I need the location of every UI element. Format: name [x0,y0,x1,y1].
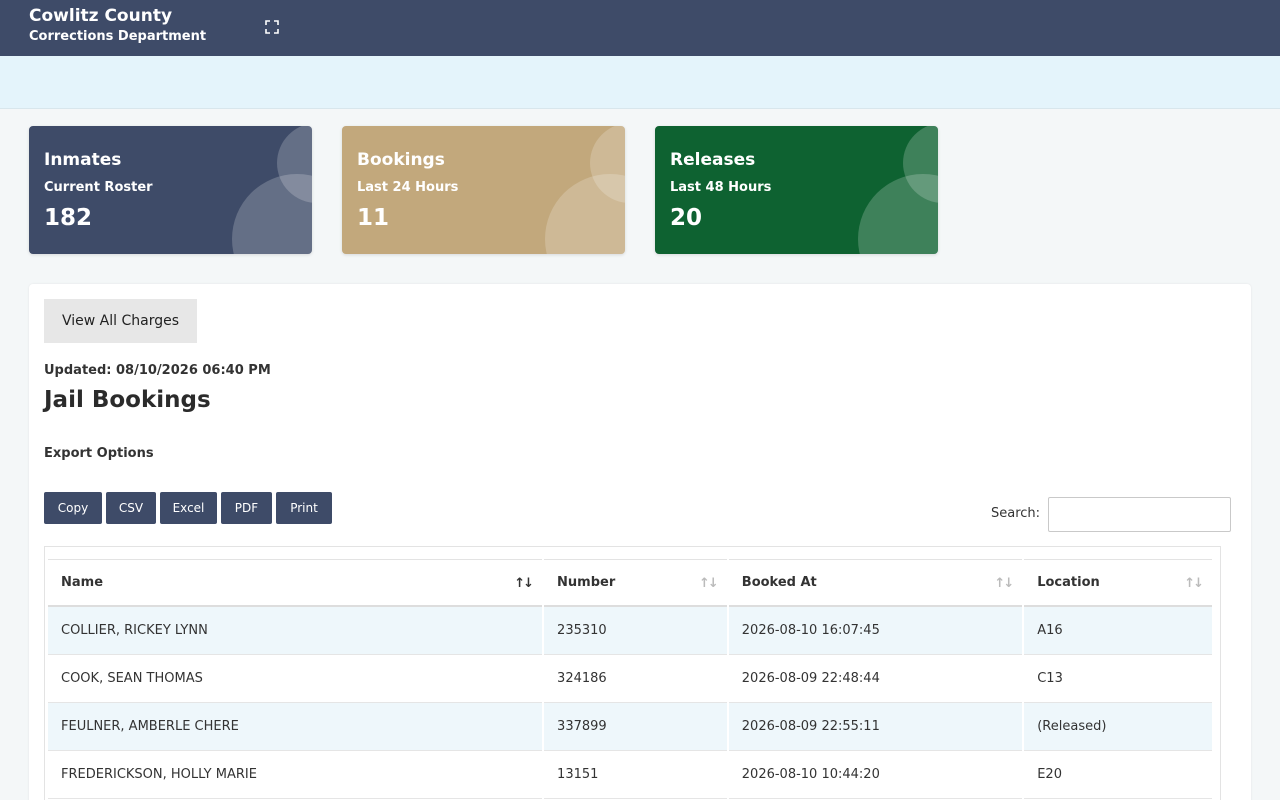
card-subtitle: Last 48 Hours [670,180,772,195]
card-releases[interactable]: Releases Last 48 Hours 20 [655,126,938,254]
page-title: Jail Bookings [44,387,211,413]
card-subtitle: Current Roster [44,180,153,195]
cell-booked-at: 2026-08-09 22:48:44 [728,655,1023,703]
card-title: Bookings [357,150,445,170]
bookings-table: Name ↑↓ Number ↑↓ Booked At ↑↓ Location ↑↓ C… [46,559,1214,799]
card-title: Releases [670,150,756,170]
column-label: Booked At [741,575,817,590]
column-header-name[interactable]: Name ↑↓ [48,559,543,607]
cell-number: 324186 [544,655,727,703]
pdf-button[interactable]: PDF [221,492,272,524]
cell-number: 337899 [544,703,727,751]
sort-icon[interactable]: ↑↓ [994,576,1014,591]
cell-booked-at: 2026-08-10 16:07:45 [728,607,1023,655]
table-row[interactable]: COLLIER, RICKEY LYNN 235310 2026-08-10 1… [48,607,1212,655]
card-decoration [232,174,312,254]
brand[interactable]: Cowlitz County Corrections Department [29,6,206,46]
column-label: Number [557,575,616,590]
department-name: Corrections Department [29,29,207,44]
county-name: Cowlitz County [29,6,173,26]
fullscreen-icon[interactable] [264,19,280,35]
card-subtitle: Last 24 Hours [357,180,459,195]
cell-name: FREDERICKSON, HOLLY MARIE [48,751,543,799]
cell-booked-at: 2026-08-09 22:55:11 [728,703,1023,751]
cell-booked-at: 2026-08-10 10:44:20 [728,751,1023,799]
cell-name: COOK, SEAN THOMAS [48,655,543,703]
table-row[interactable]: FREDERICKSON, HOLLY MARIE 13151 2026-08-… [48,751,1212,799]
excel-button[interactable]: Excel [160,492,217,524]
cell-number: 235310 [544,607,727,655]
sort-ascending-icon[interactable]: ↑↓ [514,576,534,591]
export-options-label: Export Options [44,446,154,461]
sub-header-bar [0,56,1280,109]
bookings-table-container: Name ↑↓ Number ↑↓ Booked At ↑↓ Location ↑↓ C… [44,546,1221,800]
column-header-location[interactable]: Location ↑↓ [1024,559,1212,607]
cell-location: E20 [1024,751,1212,799]
card-value: 182 [44,205,93,231]
updated-timestamp: Updated: 08/10/2026 06:40 PM [44,363,271,378]
sort-icon[interactable]: ↑↓ [699,576,719,591]
card-value: 20 [670,205,703,231]
table-header-row: Name ↑↓ Number ↑↓ Booked At ↑↓ Location ↑↓ [48,559,1212,607]
card-decoration [545,174,625,254]
view-all-charges-button[interactable]: View All Charges [44,299,197,343]
print-button[interactable]: Print [276,492,332,524]
table-row[interactable]: FEULNER, AMBERLE CHERE 337899 2026-08-09… [48,703,1212,751]
cell-location: (Released) [1024,703,1212,751]
cell-name: COLLIER, RICKEY LYNN [48,607,543,655]
table-row[interactable]: COOK, SEAN THOMAS 324186 2026-08-09 22:4… [48,655,1212,703]
cell-number: 13151 [544,751,727,799]
card-value: 11 [357,205,390,231]
search-label: Search: [991,506,1041,521]
column-header-booked-at[interactable]: Booked At ↑↓ [728,559,1023,607]
cell-location: C13 [1024,655,1212,703]
card-decoration [858,174,938,254]
column-header-number[interactable]: Number ↑↓ [544,559,727,607]
top-bar: Cowlitz County Corrections Department [0,0,1280,56]
card-bookings[interactable]: Bookings Last 24 Hours 11 [342,126,625,254]
column-label: Location [1037,575,1100,590]
csv-button[interactable]: CSV [106,492,156,524]
copy-button[interactable]: Copy [44,492,102,524]
cell-name: FEULNER, AMBERLE CHERE [48,703,543,751]
column-label: Name [61,575,104,590]
cell-location: A16 [1024,607,1212,655]
sort-icon[interactable]: ↑↓ [1184,576,1204,591]
search-input[interactable] [1048,497,1231,532]
card-title: Inmates [44,150,122,170]
card-inmates[interactable]: Inmates Current Roster 182 [29,126,312,254]
